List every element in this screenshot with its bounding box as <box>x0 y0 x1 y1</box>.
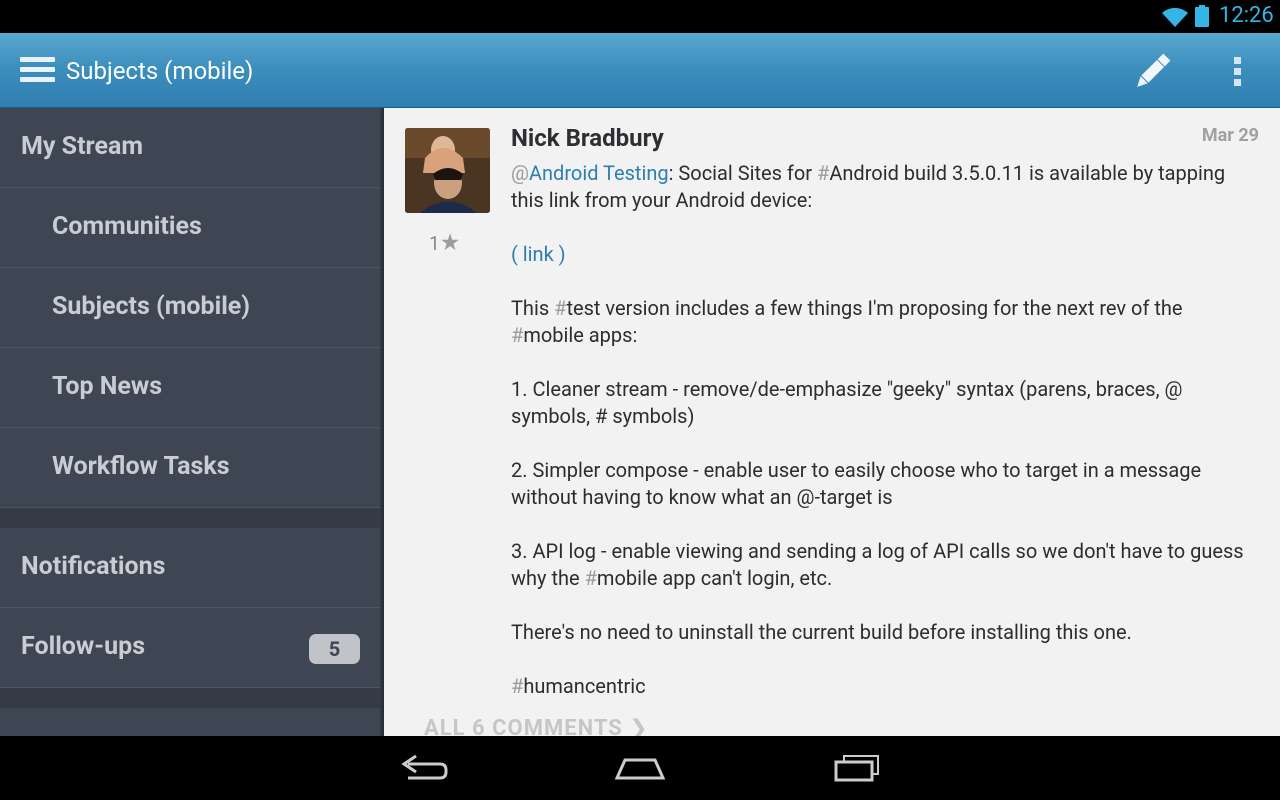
author-avatar[interactable] <box>405 128 490 213</box>
post-paragraph: 3. API log - enable viewing and sending … <box>511 538 1251 592</box>
hash-prefix: # <box>554 296 567 320</box>
drawer-item-subjects-mobile[interactable]: Subjects (mobile) <box>0 268 380 348</box>
post-text: test version includes a few things I'm p… <box>566 296 1183 320</box>
all-comments-button[interactable]: ALL 6 COMMENTS ❯ <box>424 716 649 736</box>
drawer-item-label: Workflow Tasks <box>52 452 230 481</box>
compose-pencil-icon[interactable] <box>1127 47 1177 97</box>
post-paragraph: ( link ) <box>511 241 1251 268</box>
back-icon[interactable] <box>394 750 454 786</box>
clock: 12:26 <box>1219 3 1274 28</box>
recent-apps-icon[interactable] <box>826 750 886 786</box>
mention-link[interactable]: Android Testing <box>529 161 669 185</box>
drawer-separator <box>0 688 380 708</box>
drawer-item-follow-ups[interactable]: Follow-ups 5 <box>0 608 380 688</box>
drawer-item-label: Communities <box>52 212 202 241</box>
post-text: This <box>511 296 555 320</box>
post-paragraph: This #test version includes a few things… <box>511 295 1251 349</box>
post-paragraph: There's no need to uninstall the current… <box>511 620 1132 644</box>
navigation-drawer: My Stream Communities Subjects (mobile) … <box>0 108 384 736</box>
hash-prefix: # <box>511 323 524 347</box>
drawer-item-label: Follow-ups <box>21 632 146 661</box>
battery-icon <box>1195 5 1209 27</box>
hash-prefix: # <box>584 566 597 590</box>
post-body: @Android Testing: Social Sites for #Andr… <box>511 160 1251 727</box>
post-text: mobile apps: <box>523 323 638 347</box>
drawer-item-communities[interactable]: Communities <box>0 188 380 268</box>
author-name[interactable]: Nick Bradbury <box>511 124 664 152</box>
system-navigation-bar <box>0 736 1280 800</box>
hashtag[interactable]: humancentric <box>523 674 645 698</box>
star-icon: ★ <box>439 229 461 256</box>
download-link[interactable]: ( link ) <box>511 242 566 266</box>
overflow-menu-icon[interactable] <box>1225 53 1249 89</box>
home-icon[interactable] <box>610 750 670 786</box>
hash-prefix: # <box>511 674 524 698</box>
post-paragraph: 2. Simpler compose - enable user to easi… <box>511 458 1202 509</box>
drawer-item-label: My Stream <box>21 132 143 161</box>
drawer-item-workflow-tasks[interactable]: Workflow Tasks <box>0 428 380 508</box>
drawer-item-label: Subjects (mobile) <box>52 292 251 321</box>
drawer-item-label: Top News <box>52 372 163 401</box>
post-paragraph: @Android Testing: Social Sites for #Andr… <box>511 160 1251 214</box>
post-text: : Social Sites for <box>668 161 818 185</box>
follow-ups-count-badge: 5 <box>309 634 360 664</box>
drawer-item-label: Notifications <box>21 552 166 581</box>
wifi-icon <box>1162 7 1188 27</box>
hash-prefix: # <box>817 161 830 185</box>
chevron-right-icon: ❯ <box>629 716 649 736</box>
status-bar: 12:26 <box>0 0 1280 33</box>
menu-icon[interactable] <box>20 57 55 83</box>
post-paragraph: 1. Cleaner stream - remove/de-emphasize … <box>511 377 1183 428</box>
post-text: mobile app can't login, etc. <box>596 566 833 590</box>
like-count[interactable]: 1★ <box>429 229 460 256</box>
drawer-item-top-news[interactable]: Top News <box>0 348 380 428</box>
post-detail: 1★ Nick Bradbury Mar 29 @Android Testing… <box>384 108 1280 736</box>
drawer-item-notifications[interactable]: Notifications <box>0 528 380 608</box>
mention-prefix: @ <box>511 161 529 185</box>
post-paragraph: #humancentric <box>511 673 1251 700</box>
action-bar: Subjects (mobile) <box>0 33 1280 108</box>
like-count-value: 1 <box>429 232 440 255</box>
action-bar-title: Subjects (mobile) <box>66 57 254 85</box>
all-comments-label: ALL 6 COMMENTS <box>424 716 623 736</box>
drawer-separator <box>0 508 380 528</box>
drawer-item-my-stream[interactable]: My Stream <box>0 108 380 188</box>
post-date: Mar 29 <box>1201 125 1259 146</box>
